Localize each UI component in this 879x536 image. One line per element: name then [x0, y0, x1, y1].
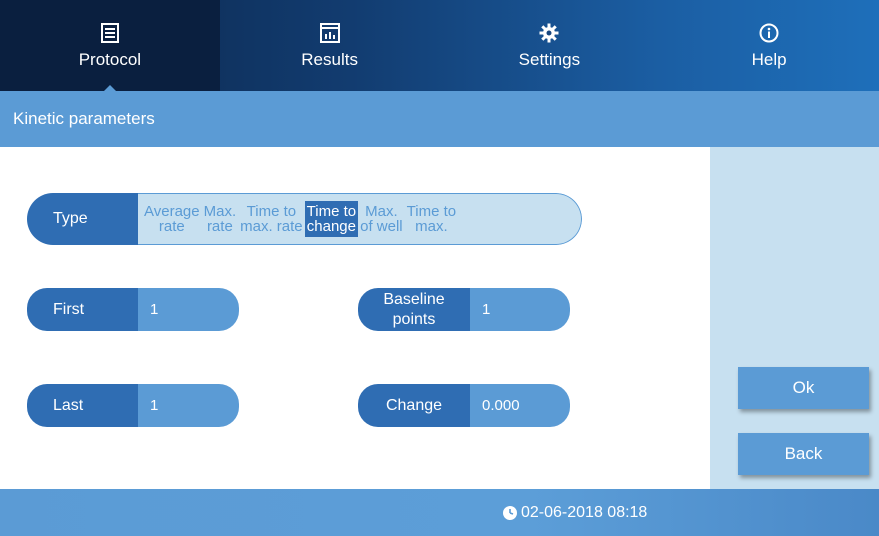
- status-bar: 02-06-2018 08:18: [0, 489, 879, 536]
- top-navigation: Protocol Results Settings Help: [0, 0, 879, 91]
- change-input[interactable]: 0.000: [470, 384, 570, 427]
- datetime-text: 02-06-2018 08:18: [521, 503, 648, 521]
- type-option-time-to-max-rate[interactable]: Time to max. rate: [238, 201, 305, 237]
- first-input[interactable]: 1: [138, 288, 239, 331]
- datetime-display: 02-06-2018 08:18: [503, 489, 647, 536]
- change-field: Change 0.000: [358, 384, 570, 427]
- clock-icon: [503, 505, 517, 520]
- baseline-points-input[interactable]: 1: [470, 288, 570, 331]
- chart-icon: [319, 22, 341, 44]
- last-input[interactable]: 1: [138, 384, 239, 427]
- option-line2: max.: [415, 218, 448, 235]
- type-label: Type: [27, 193, 138, 245]
- tab-results-label: Results: [301, 49, 358, 69]
- type-options: Average rate Max. rate Time to max. rate…: [138, 193, 582, 245]
- baseline-label-line2: points: [392, 310, 436, 328]
- baseline-label-line1: Baseline: [383, 290, 445, 308]
- option-line2: change: [306, 218, 356, 235]
- type-option-max-of-well[interactable]: Max. of well: [358, 201, 405, 237]
- first-label: First: [27, 288, 138, 331]
- baseline-points-field: Baseline points 1: [358, 288, 570, 331]
- first-field: First 1: [27, 288, 239, 331]
- type-selector: Type Average rate Max. rate Time to max.…: [27, 193, 582, 245]
- option-line2: rate: [206, 218, 233, 235]
- tab-protocol-label: Protocol: [78, 49, 142, 69]
- page-title-bar: Kinetic parameters: [0, 91, 879, 147]
- last-label: Last: [27, 384, 138, 427]
- option-line2: rate: [158, 218, 185, 235]
- baseline-points-label: Baseline points: [358, 288, 470, 331]
- back-button[interactable]: Back: [738, 433, 869, 475]
- tab-help-label: Help: [751, 49, 787, 69]
- last-field: Last 1: [27, 384, 239, 427]
- protocol-icon: [99, 22, 121, 44]
- ok-button[interactable]: Ok: [738, 367, 869, 409]
- tab-help[interactable]: Help: [659, 0, 879, 91]
- type-option-time-to-max[interactable]: Time to max.: [405, 201, 458, 237]
- app-window: Protocol Results Settings Help Kinetic p…: [0, 0, 879, 536]
- action-panel: Ok Back: [710, 147, 879, 489]
- tab-results[interactable]: Results: [220, 0, 440, 91]
- tab-settings[interactable]: Settings: [440, 0, 660, 91]
- type-option-average-rate[interactable]: Average rate: [142, 201, 202, 237]
- change-label: Change: [358, 384, 470, 427]
- info-icon: [758, 22, 780, 44]
- type-option-max-rate[interactable]: Max. rate: [202, 201, 239, 237]
- type-option-time-to-change[interactable]: Time to change: [304, 201, 359, 237]
- option-line2: of well: [360, 218, 403, 235]
- page-title: Kinetic parameters: [13, 109, 155, 128]
- tab-protocol[interactable]: Protocol: [0, 0, 220, 91]
- gear-icon: [538, 22, 560, 44]
- tab-settings-label: Settings: [518, 49, 581, 69]
- option-line2: max. rate: [240, 218, 303, 235]
